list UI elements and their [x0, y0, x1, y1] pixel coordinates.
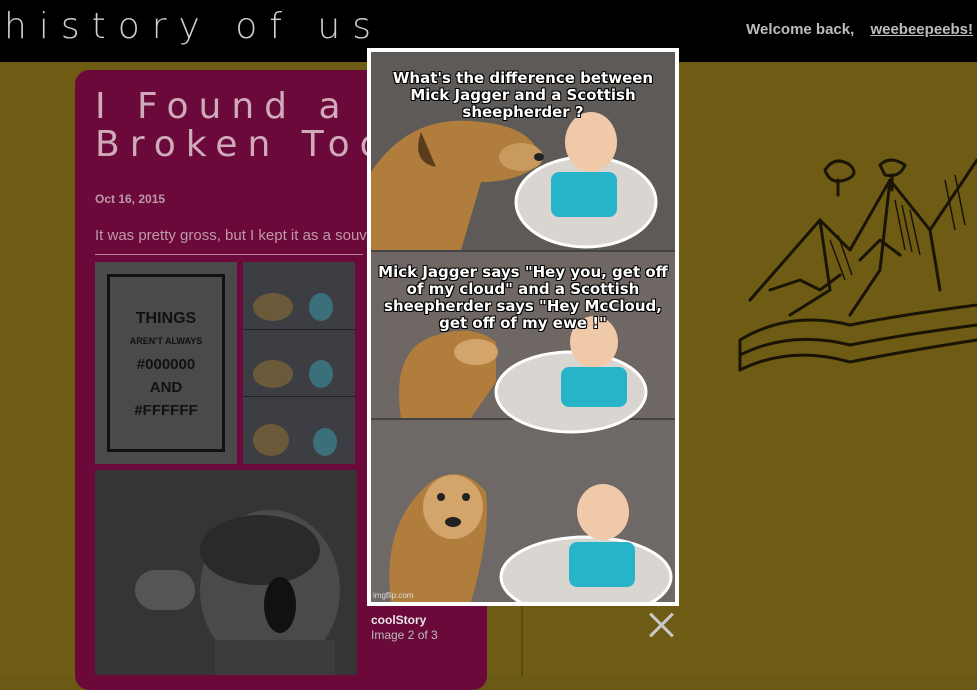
post-image-meme-thumbnail[interactable] — [243, 262, 355, 464]
things-line: AREN'T ALWAYS — [129, 336, 203, 346]
post-image-yawning-boy[interactable] — [95, 470, 357, 675]
things-line: AND — [149, 379, 183, 396]
mountain-book-illustration — [738, 158, 977, 372]
things-poster: THINGS AREN'T ALWAYS #000000 AND #FFFFFF — [107, 274, 225, 452]
post-text: It was pretty gross, but I kept it as a … — [95, 227, 367, 244]
lightbox-image-counter: Image 2 of 3 — [371, 628, 438, 642]
post-date: Oct 16, 2015 — [95, 192, 166, 206]
lightbox-caption-title: coolStory — [371, 613, 427, 627]
things-line: THINGS — [135, 310, 197, 327]
site-title[interactable]: history of us — [4, 6, 383, 47]
username-link[interactable]: weebeepeebs! — [870, 21, 973, 38]
meme-top-text: What's the difference between Mick Jagge… — [392, 69, 654, 121]
meme-thumbnail-picture — [243, 262, 355, 464]
close-icon[interactable] — [647, 611, 675, 639]
things-line: #FFFFFF — [134, 402, 198, 419]
yawning-boy-picture — [95, 470, 357, 675]
meme-middle-text: Mick Jagger says "Hey you, get off of my… — [378, 263, 668, 332]
things-line: #000000 — [136, 356, 196, 373]
post-divider — [95, 254, 363, 255]
post-image-things[interactable]: THINGS AREN'T ALWAYS #000000 AND #FFFFFF — [95, 262, 237, 464]
imgflip-watermark: imgflip.com — [373, 591, 414, 600]
lightbox-image[interactable]: What's the difference between Mick Jagge… — [371, 52, 675, 602]
welcome-message: Welcome back, weebeepeebs! — [746, 21, 973, 38]
welcome-text: Welcome back, — [746, 21, 855, 38]
lightbox-frame: What's the difference between Mick Jagge… — [367, 48, 679, 606]
